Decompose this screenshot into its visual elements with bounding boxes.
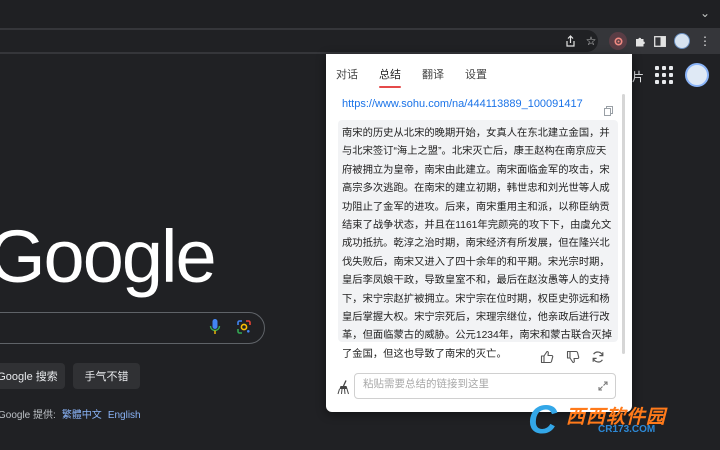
summary-extension-panel: 对话 总结 翻译 设置 https://www.sohu.com/na/4441…	[326, 54, 632, 412]
browser-tab-strip: ⌄	[0, 0, 720, 28]
google-lens-icon[interactable]	[236, 319, 252, 335]
bookmark-star-icon[interactable]: ☆	[582, 32, 600, 50]
thumbs-down-icon[interactable]	[566, 350, 580, 364]
tab-summary[interactable]: 总结	[379, 66, 401, 88]
lang-link-english[interactable]: English	[108, 410, 141, 421]
watermark-logo-icon: C	[528, 398, 557, 442]
clear-broom-icon[interactable]	[336, 379, 352, 395]
google-search-button[interactable]: Google 搜索	[0, 363, 65, 389]
tab-settings[interactable]: 设置	[465, 66, 487, 82]
tab-translate[interactable]: 翻译	[422, 66, 444, 82]
lang-link-traditional[interactable]: 繁體中文	[62, 410, 102, 421]
google-search-input[interactable]	[0, 312, 265, 344]
thumbs-up-icon[interactable]	[540, 350, 554, 364]
offered-languages: Google 提供: 繁體中文 English	[0, 406, 141, 421]
feeling-lucky-button[interactable]: 手气不错	[73, 363, 140, 389]
extensions-puzzle-icon[interactable]	[631, 32, 649, 50]
copy-icon[interactable]	[604, 106, 613, 116]
address-bar[interactable]	[0, 30, 598, 52]
google-apps-icon[interactable]	[655, 66, 673, 84]
share-icon[interactable]	[561, 32, 579, 50]
offered-prefix: Google 提供:	[0, 410, 56, 421]
link-input[interactable]	[363, 378, 589, 390]
watermark-domain: CR173.COM	[598, 424, 656, 435]
tab-chat[interactable]: 对话	[336, 66, 358, 82]
browser-toolbar: ☆ ⋮	[0, 28, 720, 54]
panel-tabs: 对话 总结 翻译 设置	[336, 66, 508, 88]
panel-scrollbar[interactable]	[622, 94, 625, 354]
profile-avatar-icon[interactable]	[673, 32, 691, 50]
side-panel-icon[interactable]	[651, 32, 669, 50]
regenerate-icon[interactable]	[591, 350, 605, 364]
google-account-avatar[interactable]	[685, 63, 709, 87]
menu-kebab-icon[interactable]: ⋮	[696, 32, 714, 50]
site-watermark: C 西西软件园 CR173.COM	[528, 400, 702, 440]
summary-text: 南宋的历史从北宋的晚期开始，女真人在东北建立金国，并与北宋签订“海上之盟”。北宋…	[338, 120, 618, 360]
tab-search-chevron-icon[interactable]: ⌄	[700, 6, 710, 20]
summary-extension-icon[interactable]	[609, 32, 627, 50]
source-url-link[interactable]: https://www.sohu.com/na/444113889_100091…	[342, 98, 583, 110]
google-logo: Google	[0, 215, 217, 298]
voice-search-mic-icon[interactable]	[208, 318, 222, 336]
expand-icon[interactable]	[598, 381, 608, 391]
link-input-bar[interactable]	[354, 373, 616, 399]
